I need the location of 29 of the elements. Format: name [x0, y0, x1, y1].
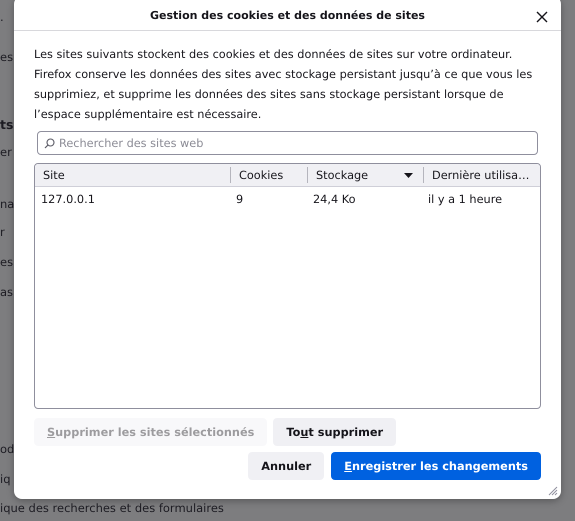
page-text: ique des recherches et des formulaires: [0, 500, 224, 517]
close-icon[interactable]: [536, 11, 548, 23]
table-cell-text: 127.0.0.1: [40, 192, 96, 206]
page-text: es: [0, 254, 14, 271]
table-cell-text: 24,4 Ko: [312, 192, 357, 206]
resize-grip-icon[interactable]: [548, 486, 558, 496]
heading-text: ts: [0, 116, 14, 134]
table-cell-text: il y a 1 heure: [427, 192, 504, 206]
description-text: Les sites suivants stockent des cookies et des données de sites sur votre ordinateur. Firefox conserve les données des sites avec stockage persistant jusqu’à ce que vous les supprimiez, et supprime les données des sites sans stockage persistant lorsque de l’espace supplémentaire est nécessaire.: [34, 47, 534, 123]
page-text: es: [0, 49, 14, 66]
search-field[interactable]: Rechercher des sites web: [37, 131, 538, 155]
page-text: r: [0, 224, 5, 241]
column-header[interactable]: Cookies: [230, 167, 307, 183]
cancel-button[interactable]: Annuler: [248, 452, 324, 480]
remove-all-button[interactable]: Tout supprimer: [273, 418, 396, 446]
page-text: od: [0, 441, 14, 458]
save-button[interactable]: Enregistrer les changements: [331, 452, 541, 480]
page-text: .: [0, 9, 4, 26]
column-header[interactable]: Site: [35, 167, 230, 183]
page-text: er: [0, 144, 12, 161]
search-icon: [44, 138, 55, 149]
column-header[interactable]: Dernière utilisa…: [423, 167, 540, 183]
page-text: as: [0, 284, 14, 301]
column-header[interactable]: Stockage: [307, 167, 423, 183]
table-cell-text: 9: [235, 192, 244, 206]
table-row[interactable]: 127.0.0.1 9 24,4 Ko il y a 1 heure: [35, 187, 540, 211]
page-text: iq: [0, 471, 10, 488]
dialog-title: Gestion des cookies et des données de sites: [150, 8, 425, 22]
page-text: na: [0, 196, 14, 213]
